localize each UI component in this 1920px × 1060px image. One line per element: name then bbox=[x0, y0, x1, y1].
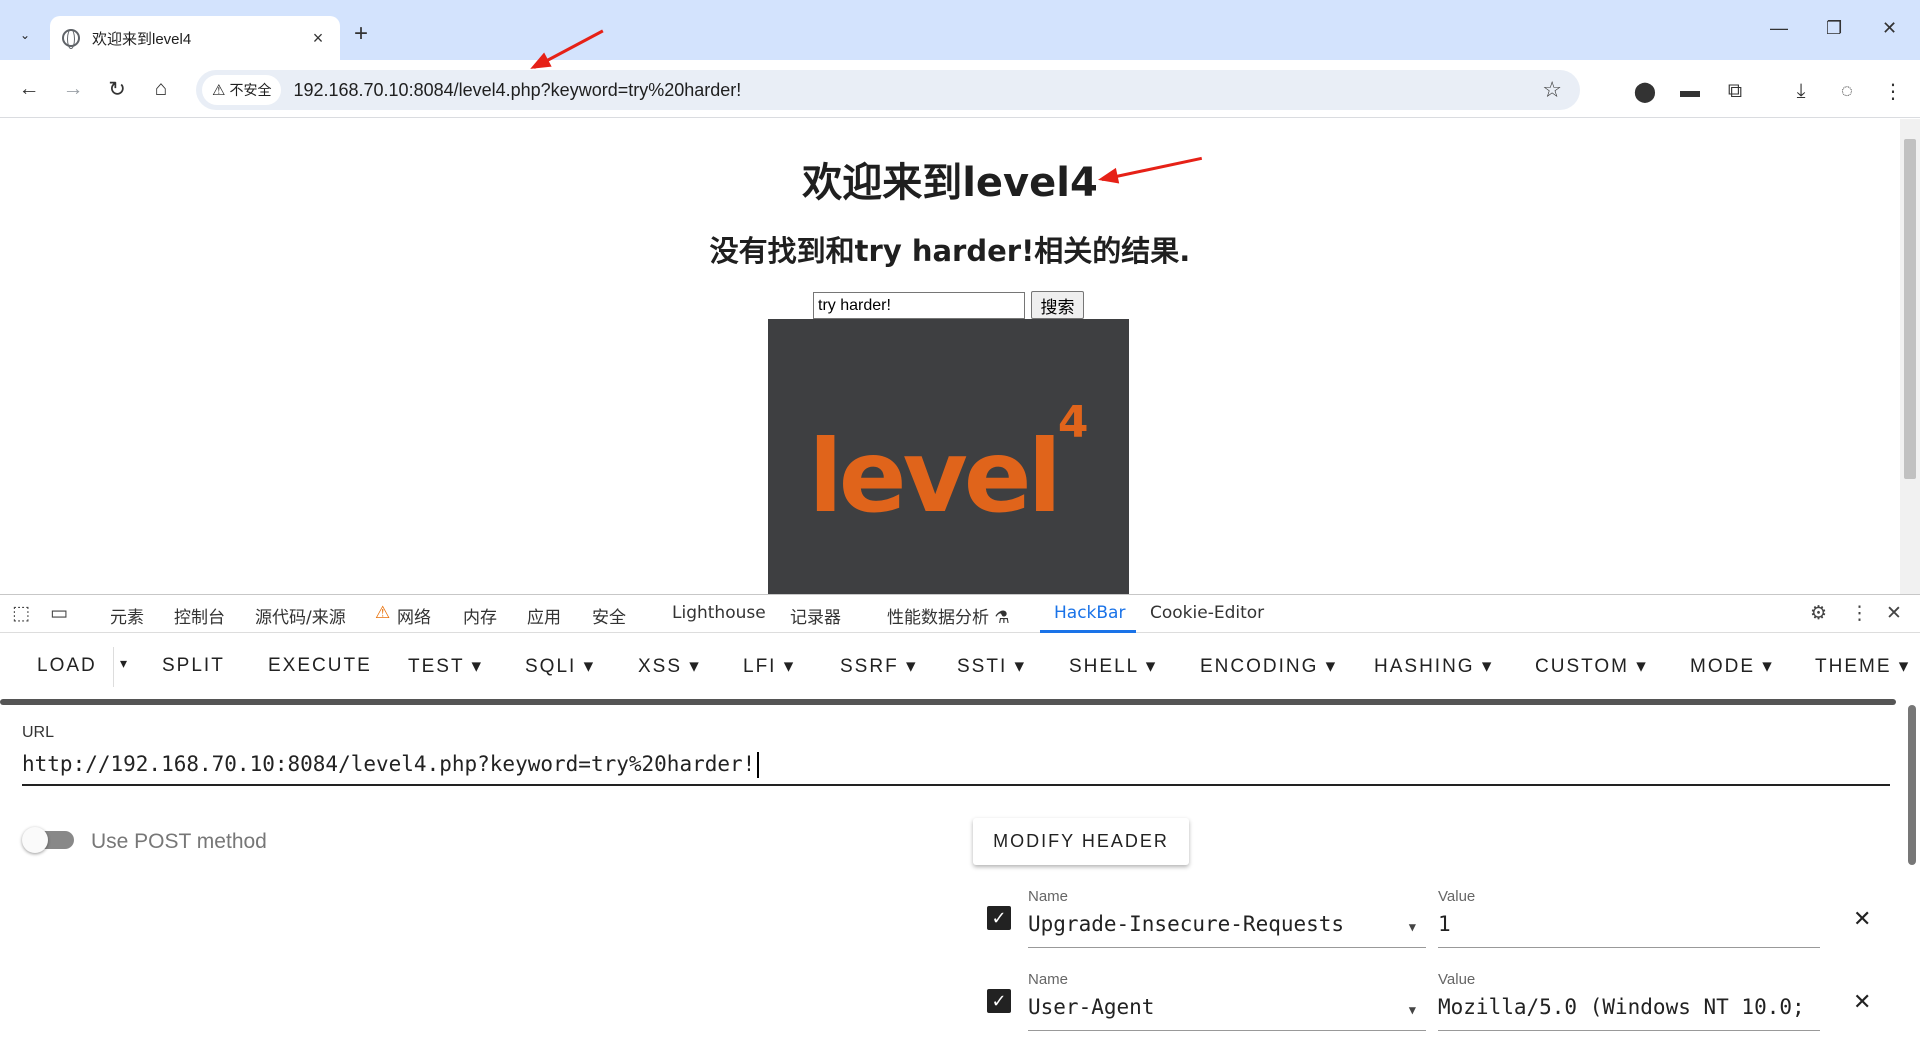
security-label: 不安全 bbox=[229, 82, 272, 98]
header-name-label: Name bbox=[1028, 888, 1069, 905]
header-value-label: Value bbox=[1438, 888, 1476, 905]
active-tab-indicator bbox=[1040, 630, 1136, 633]
custom-menu[interactable]: CUSTOM ▾ bbox=[1535, 655, 1648, 678]
tab-title: 欢迎来到level4 bbox=[92, 30, 192, 48]
security-chip[interactable]: ⚠ 不安全 bbox=[202, 75, 282, 105]
close-devtools-icon[interactable]: ✕ bbox=[1886, 602, 1902, 624]
header-name-input[interactable]: Upgrade-Insecure-Requests ▼ bbox=[1028, 908, 1426, 948]
address-bar[interactable]: ⚠ 不安全 192.168.70.10:8084/level4.php?keyw… bbox=[196, 70, 1580, 110]
forward-icon[interactable]: → bbox=[58, 74, 88, 104]
load-dropdown-icon[interactable]: ▾ bbox=[120, 655, 129, 672]
profile-avatar[interactable]: ◌ bbox=[1832, 76, 1862, 106]
text-caret bbox=[757, 752, 760, 778]
more-icon[interactable]: ⋮ bbox=[1850, 602, 1869, 624]
tab-console[interactable]: 控制台 bbox=[174, 603, 225, 628]
header-row: ✓ Name Value Upgrade-Insecure-Requests ▼ … bbox=[985, 888, 1885, 954]
header-value-input[interactable]: Mozilla/5.0 (Windows NT 10.0; bbox=[1438, 991, 1820, 1031]
search-input[interactable] bbox=[813, 292, 1025, 319]
star-icon[interactable]: ☆ bbox=[1542, 77, 1562, 103]
tab-lighthouse[interactable]: Lighthouse bbox=[672, 603, 766, 623]
mode-menu[interactable]: MODE ▾ bbox=[1690, 655, 1774, 678]
extensions-icon[interactable]: ⧉ bbox=[1720, 76, 1750, 106]
ssti-menu[interactable]: SSTI ▾ bbox=[957, 655, 1026, 678]
devtools-tab-bar: ⬚ ▭ 元素 控制台 源代码/来源 ⚠ 网络 内存 应用 安全 Lighthou… bbox=[0, 595, 1920, 633]
warning-icon: ⚠ bbox=[212, 82, 226, 99]
url-label: URL bbox=[22, 724, 55, 741]
theme-menu[interactable]: THEME ▾ bbox=[1815, 655, 1910, 678]
tab-elements[interactable]: 元素 bbox=[110, 603, 144, 628]
load-button[interactable]: LOAD bbox=[37, 655, 97, 677]
result-text: 没有找到和try harder!相关的结果. bbox=[709, 234, 1191, 268]
xss-menu[interactable]: XSS ▾ bbox=[638, 655, 701, 678]
settings-icon[interactable]: ⚙ bbox=[1810, 602, 1827, 624]
tab-network[interactable]: 网络 bbox=[397, 603, 431, 628]
level-image: level4 bbox=[768, 319, 1129, 594]
header-name-label: Name bbox=[1028, 971, 1069, 988]
delete-header-icon[interactable]: ✕ bbox=[1853, 906, 1871, 932]
tab-memory[interactable]: 内存 bbox=[463, 603, 497, 628]
level-logo: level4 bbox=[808, 396, 1089, 535]
tab-performance-insights[interactable]: 性能数据分析 ⚗ bbox=[887, 603, 1010, 628]
header-enabled-checkbox[interactable]: ✓ bbox=[987, 906, 1011, 930]
header-name-input[interactable]: User-Agent ▼ bbox=[1028, 991, 1426, 1031]
devtools-panel: ⬚ ▭ 元素 控制台 源代码/来源 ⚠ 网络 内存 应用 安全 Lighthou… bbox=[0, 594, 1920, 1060]
search-button[interactable]: 搜索 bbox=[1031, 291, 1084, 319]
header-value-label: Value bbox=[1438, 971, 1476, 988]
record-icon[interactable]: ⬤ bbox=[1630, 76, 1660, 106]
restore-icon[interactable]: ❐ bbox=[1826, 18, 1842, 39]
tab-strip: ⌄ 欢迎来到level4 × + — ❐ ✕ bbox=[0, 0, 1920, 60]
ssrf-menu[interactable]: SSRF ▾ bbox=[840, 655, 918, 678]
post-method-label: Use POST method bbox=[91, 830, 267, 853]
encoding-menu[interactable]: ENCODING ▾ bbox=[1200, 655, 1337, 678]
reload-icon[interactable]: ↻ bbox=[102, 74, 132, 104]
split-button[interactable]: SPLIT bbox=[162, 655, 225, 677]
tab-sources[interactable]: 源代码/来源 bbox=[255, 603, 346, 628]
chevron-down-icon[interactable]: ▼ bbox=[1409, 920, 1416, 934]
globe-icon bbox=[62, 29, 80, 49]
modify-header-button[interactable]: MODIFY HEADER bbox=[973, 818, 1189, 865]
execute-button[interactable]: EXECUTE bbox=[268, 655, 372, 677]
network-warning-icon: ⚠ bbox=[375, 603, 391, 623]
shell-menu[interactable]: SHELL ▾ bbox=[1069, 655, 1157, 678]
chevron-down-icon[interactable]: ▼ bbox=[1409, 1003, 1416, 1017]
header-row: ✓ Name Value User-Agent ▼ Mozilla/5.0 (Wi… bbox=[985, 971, 1885, 1037]
header-value-input[interactable]: 1 bbox=[1438, 908, 1820, 948]
tab-search-icon[interactable]: ⌄ bbox=[12, 22, 38, 48]
menu-icon[interactable]: ⋮ bbox=[1878, 76, 1908, 106]
divider bbox=[113, 647, 114, 687]
minimize-icon[interactable]: — bbox=[1770, 18, 1788, 39]
close-window-icon[interactable]: ✕ bbox=[1882, 18, 1897, 39]
tab-hackbar[interactable]: HackBar bbox=[1054, 603, 1125, 623]
download-icon[interactable]: ⤓ bbox=[1786, 76, 1816, 106]
sqli-menu[interactable]: SQLI ▾ bbox=[525, 655, 595, 678]
hackbar-divider-bar bbox=[0, 699, 1896, 705]
header-enabled-checkbox[interactable]: ✓ bbox=[987, 989, 1011, 1013]
home-icon[interactable]: ⌂ bbox=[146, 74, 176, 104]
device-toggle-icon[interactable]: ▭ bbox=[50, 602, 68, 624]
devtools-scrollbar[interactable] bbox=[1908, 705, 1916, 865]
tab-application[interactable]: 应用 bbox=[527, 603, 561, 628]
tab-cookie-editor[interactable]: Cookie-Editor bbox=[1150, 603, 1264, 623]
hackbar-toolbar: LOAD ▾ SPLIT EXECUTE TEST ▾ SQLI ▾ XSS ▾… bbox=[0, 635, 1908, 697]
url-text[interactable]: 192.168.70.10:8084/level4.php?keyword=tr… bbox=[293, 80, 1542, 101]
test-menu[interactable]: TEST ▾ bbox=[408, 655, 483, 678]
hashing-menu[interactable]: HASHING ▾ bbox=[1374, 655, 1493, 678]
browser-tab[interactable]: 欢迎来到level4 × bbox=[50, 16, 340, 60]
tab-recorder[interactable]: 记录器 bbox=[790, 603, 841, 628]
extension-bar-icon[interactable]: ▬ bbox=[1675, 76, 1705, 106]
page-heading: 欢迎来到level4 bbox=[802, 160, 1098, 206]
back-icon[interactable]: ← bbox=[14, 74, 44, 104]
hackbar-url-input[interactable]: http://192.168.70.10:8084/level4.php?key… bbox=[22, 752, 1890, 786]
inspect-icon[interactable]: ⬚ bbox=[12, 602, 30, 624]
lfi-menu[interactable]: LFI ▾ bbox=[743, 655, 795, 678]
tab-security[interactable]: 安全 bbox=[592, 603, 626, 628]
delete-header-icon[interactable]: ✕ bbox=[1853, 989, 1871, 1015]
post-method-toggle[interactable] bbox=[22, 827, 74, 853]
tab-close-icon[interactable]: × bbox=[308, 28, 328, 49]
new-tab-button[interactable]: + bbox=[354, 20, 368, 48]
page-scrollbar[interactable] bbox=[1900, 119, 1920, 594]
